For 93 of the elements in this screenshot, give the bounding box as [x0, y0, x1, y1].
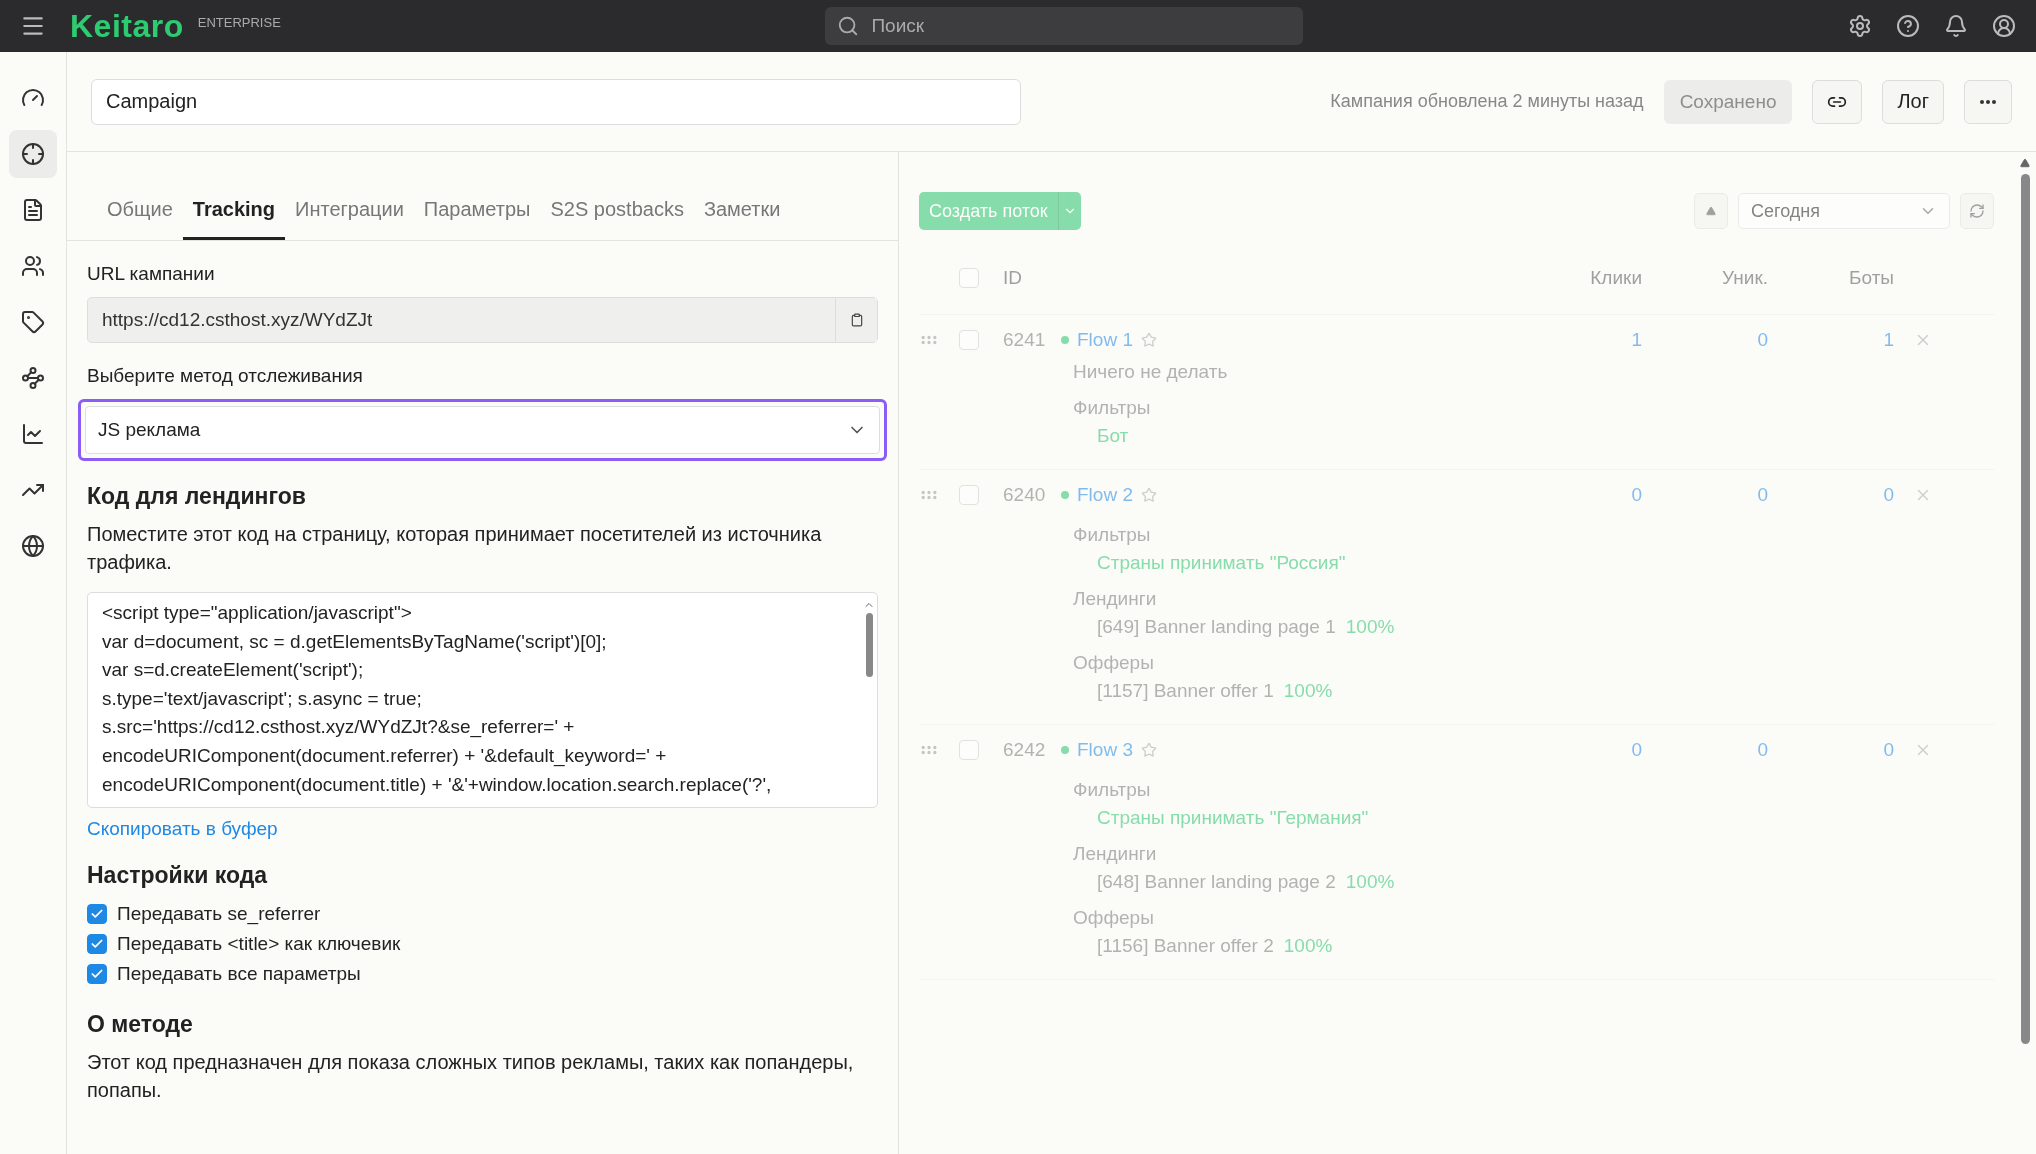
bots-value: 1: [1882, 329, 1895, 351]
url-label: URL кампании: [87, 263, 216, 285]
refresh-button[interactable]: [1960, 193, 1994, 229]
scrollbar-thumb[interactable]: [865, 613, 873, 677]
select-all-checkbox[interactable]: [959, 268, 979, 288]
more-button[interactable]: [1964, 79, 2012, 124]
section-heading: О методе: [87, 1011, 194, 1038]
check-icon: [90, 907, 104, 921]
column-header: Боты: [1848, 267, 1895, 289]
tab[interactable]: Общие: [97, 198, 183, 240]
method-select[interactable]: JS реклама: [85, 406, 880, 454]
clicks-value: 0: [1630, 484, 1643, 506]
filter-value: Бот: [1097, 425, 1129, 447]
section-title: Лендинги: [1073, 843, 1158, 865]
column-header: ID: [1003, 267, 1023, 289]
check-icon: [90, 967, 104, 981]
tab[interactable]: S2S postbacks: [540, 198, 694, 240]
column-header: Клики: [1589, 267, 1643, 289]
flow-action: Ничего не делать: [1073, 361, 1229, 383]
option-label: Передавать <title> как ключевик: [117, 933, 401, 955]
collapse-button[interactable]: [1694, 193, 1728, 229]
settings-icon[interactable]: [1848, 14, 1872, 38]
update-status: Кампания обновлена 2 минуты назад: [1330, 91, 1644, 112]
scrollbar-thumb[interactable]: [2020, 174, 2030, 1044]
section-title: Офферы: [1073, 652, 1155, 674]
search-field[interactable]: Поиск: [825, 7, 1304, 45]
row-checkbox[interactable]: [959, 740, 979, 760]
clicks-value: 0: [1630, 739, 1643, 761]
search-icon: [837, 15, 860, 37]
edition-label: ENTERPRISE: [197, 14, 281, 30]
filter-value: Страны принимать "Россия": [1097, 552, 1346, 574]
log-button[interactable]: Лог: [1882, 79, 1944, 124]
bell-icon[interactable]: [1944, 14, 1968, 38]
star-icon[interactable]: [1140, 332, 1157, 348]
triangle-icon: [1706, 206, 1716, 216]
code-textarea[interactable]: <script type="application/javascript"> var d=document, sc = d.getElementsByTagName('script')[0]; var s=d.createElement('script'); s.type='text/javascript'; s.async = true; s.src='https://cd12.csthost.xyz/WYdZJt?&se_referrer=' + encodeURIComponent(document.referrer) + '&default_keyword=' + encodeURIComponent(document.title) + '&'+window.location.search.replace('?',: [87, 592, 878, 808]
item-name: [1156] Banner offer 2: [1097, 935, 1274, 957]
method-label: Выберите метод отслеживания: [87, 365, 364, 387]
bots-value: 0: [1882, 484, 1895, 506]
checkbox[interactable]: [87, 904, 107, 924]
row-checkbox[interactable]: [959, 485, 979, 505]
share-value: 100%: [1283, 935, 1333, 957]
unique-value: 0: [1756, 484, 1769, 506]
row-checkbox[interactable]: [959, 330, 979, 350]
share-value: 100%: [1345, 616, 1395, 638]
section-title: Фильтры: [1073, 524, 1152, 546]
about-text: Этот код предназначен для показа сложных типов рекламы, таких как попандеры, попапы.: [87, 1050, 855, 1103]
url-field[interactable]: https://cd12.csthost.xyz/WYdZJt: [87, 297, 878, 343]
bots-value: 0: [1882, 739, 1895, 761]
tab[interactable]: Интеграции: [285, 198, 414, 240]
item-name: [648] Banner landing page 2: [1097, 871, 1336, 893]
flow-id: 6242: [1003, 739, 1047, 761]
checkbox[interactable]: [87, 934, 107, 954]
item-name: [1157] Banner offer 1: [1097, 680, 1274, 702]
tab[interactable]: Tracking: [182, 198, 286, 240]
tab[interactable]: Параметры: [413, 198, 541, 240]
campaign-name-field[interactable]: Campaign: [91, 78, 1021, 125]
flow-id: 6241: [1003, 329, 1047, 351]
clipboard-icon: [849, 313, 864, 327]
option-label: Передавать se_referrer: [117, 903, 321, 925]
code-description: Поместите этот код на страницу, которая принимает посетителей из источника трафика.: [87, 522, 823, 575]
period-select[interactable]: Сегодня: [1738, 193, 1950, 229]
tab[interactable]: Заметки: [693, 198, 791, 240]
target-icon[interactable]: [9, 130, 57, 178]
flow-id: 6240: [1003, 484, 1047, 506]
user-icon[interactable]: [1992, 14, 2016, 38]
section-heading: Код для лендингов: [87, 483, 307, 510]
item-name: [649] Banner landing page 1: [1097, 616, 1336, 638]
clicks-value: 1: [1630, 329, 1643, 351]
star-icon[interactable]: [1140, 487, 1157, 503]
section-title: Фильтры: [1073, 397, 1152, 419]
copy-link[interactable]: Скопировать в буфер: [87, 818, 278, 840]
link-button[interactable]: [1812, 79, 1863, 124]
unique-value: 0: [1756, 739, 1769, 761]
section-title: Фильтры: [1073, 779, 1152, 801]
scroll-up-icon[interactable]: [2020, 158, 2030, 168]
option-label: Передавать все параметры: [117, 963, 361, 985]
more-icon: [1980, 99, 1996, 104]
star-icon[interactable]: [1140, 742, 1157, 758]
checkbox[interactable]: [87, 964, 107, 984]
refresh-icon: [1969, 203, 1985, 219]
filter-value: Страны принимать "Германия": [1097, 807, 1369, 829]
check-icon: [90, 937, 104, 951]
column-header: Уник.: [1721, 267, 1769, 289]
section-title: Офферы: [1073, 907, 1155, 929]
logo: Keitaro: [70, 7, 184, 45]
section-heading: Настройки кода: [87, 862, 269, 889]
share-value: 100%: [1283, 680, 1333, 702]
help-icon[interactable]: [1896, 14, 1920, 38]
section-title: Лендинги: [1073, 588, 1158, 610]
unique-value: 0: [1756, 329, 1769, 351]
share-value: 100%: [1345, 871, 1395, 893]
copy-button[interactable]: [835, 298, 877, 342]
